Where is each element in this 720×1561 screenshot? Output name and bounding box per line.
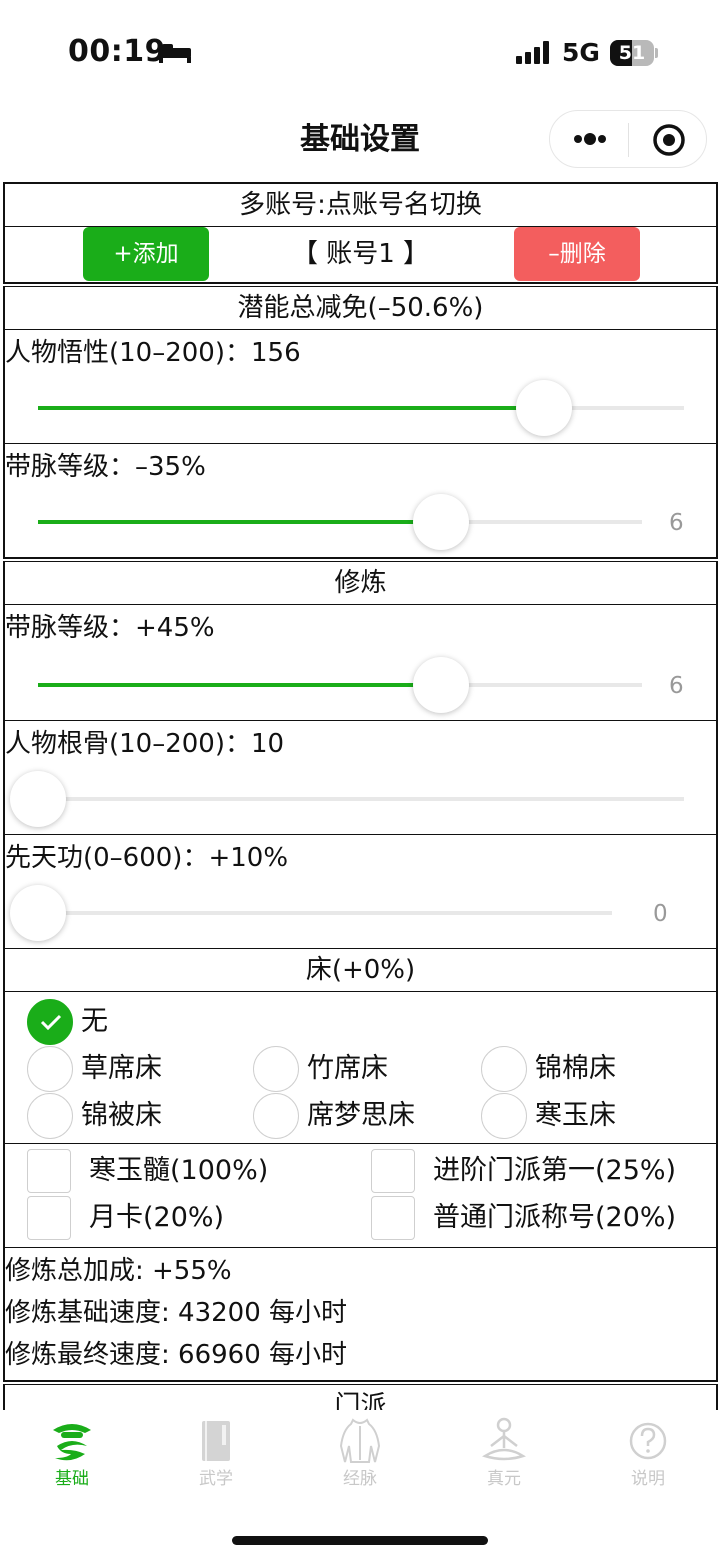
slider-value: 6 [669,510,684,536]
radio-circle [27,1093,73,1139]
radio-label: 席梦思床 [307,1100,415,1131]
innate-skill-slider-thumb[interactable] [10,885,66,941]
slider-row: 人物根骨(10–200)：10 [5,720,716,834]
tab-label: 经脉 [343,1469,377,1489]
target-close-icon[interactable] [652,123,686,157]
tab-true-essence[interactable]: 真元 [432,1416,576,1506]
cultivation-section: 修炼 带脉等级：+45% 6 人物根骨(10–200)：10 先天功(0–600… [3,561,718,1382]
capsule-divider [628,123,629,157]
home-indicator [232,1536,488,1545]
tab-label: 武学 [199,1469,233,1489]
checkbox [371,1149,415,1193]
bone-slider-thumb[interactable] [10,771,66,827]
bed-icon [159,44,191,63]
accounts-title: 多账号:点账号名切换 [239,190,482,220]
bed-radio-group: 无 草席床 竹席床 锦棉床 锦被床 席梦思床 寒玉床 [5,991,716,1143]
final-speed: 修炼最终速度: 66960 每小时 [5,1340,347,1370]
tab-label: 基础 [55,1469,89,1489]
slider-label: 先天功(0–600)：+10% [5,843,289,873]
slider-row: 带脉等级：+45% 6 [5,604,716,720]
tab-basics[interactable]: 基础 [0,1416,144,1506]
check-icon [40,1014,62,1030]
signal-icon [516,41,549,64]
tab-label: 真元 [487,1469,521,1489]
tab-martial[interactable]: 武学 [144,1416,288,1506]
more-dots-icon[interactable] [572,125,608,153]
add-account-button[interactable]: +添加 [83,227,209,281]
mini-program-capsule [549,110,707,168]
martial-book-icon [202,1421,230,1461]
status-time: 00:19 [68,34,166,69]
radio-label: 草席床 [81,1053,162,1084]
radio-checked [27,999,73,1045]
comprehension-slider-track[interactable] [38,406,684,410]
slider-label: 带脉等级：–35% [5,452,206,482]
accounts-section: 多账号:点账号名切换 【 账号1 】 +添加 –删除 [3,182,718,284]
cultivation-title: 修炼 [334,568,387,598]
radio-label: 无 [81,1006,108,1037]
bone-slider-track[interactable] [38,797,684,801]
checkbox-label: 进阶门派第一(25%) [433,1155,677,1186]
basics-icon [53,1424,91,1461]
sect-title: 门派 [334,1391,387,1410]
slider-label: 带脉等级：+45% [5,613,215,643]
sect-section: 门派 [3,1384,718,1410]
bonus-checkbox-group: 寒玉髓(100%) 进阶门派第一(25%) 月卡(20%) 普通门派称号(20%… [5,1143,716,1247]
radio-circle [481,1046,527,1092]
slider-row: 先天功(0–600)：+10% 0 [5,834,716,948]
help-icon [629,1422,667,1460]
accounts-row: 【 账号1 】 +添加 –删除 [5,226,716,282]
tab-meridian[interactable]: 经脉 [288,1416,432,1506]
slider-value: 0 [653,901,668,927]
tab-help[interactable]: 说明 [576,1416,720,1506]
radio-label: 寒玉床 [535,1100,616,1131]
meridian-icon [339,1418,381,1463]
radio-circle [481,1093,527,1139]
belt-meridian-slider-thumb[interactable] [413,657,470,713]
tab-label: 说明 [631,1469,665,1489]
radio-circle [253,1093,299,1139]
comprehension-slider-thumb[interactable] [515,380,572,436]
potential-title: 潜能总减免(–50.6%) [237,293,484,323]
bed-title: 床(+0%) [5,948,716,991]
radio-label: 锦棉床 [535,1053,616,1084]
network-label: 5G [562,38,600,67]
radio-circle [253,1046,299,1092]
battery-level: 51 [618,42,646,64]
content-scroll[interactable]: 多账号:点账号名切换 【 账号1 】 +添加 –删除 潜能总减免(–50.6%)… [3,182,718,1410]
slider-label: 人物悟性(10–200)：156 [5,338,301,368]
radio-label: 锦被床 [81,1100,162,1131]
slider-row: 带脉等级：–35% 6 [5,443,716,557]
meditation-icon [482,1417,526,1461]
belt-meridian-slider-track[interactable] [38,520,642,524]
slider-label: 人物根骨(10–200)：10 [5,729,285,759]
checkbox-label: 月卡(20%) [89,1202,225,1233]
checkbox [27,1149,71,1193]
belt-meridian-slider-track[interactable] [38,683,642,687]
total-bonus: 修炼总加成: +55% [5,1256,232,1286]
checkbox-label: 寒玉髓(100%) [89,1155,269,1186]
innate-skill-slider-track[interactable] [38,911,612,915]
checkbox-label: 普通门派称号(20%) [433,1202,677,1233]
battery-icon: 51 [610,40,658,66]
radio-circle [27,1046,73,1092]
status-bar: 00:19 5G 51 [0,0,720,100]
radio-label: 竹席床 [307,1053,388,1084]
checkbox [371,1196,415,1240]
potential-section: 潜能总减免(–50.6%) 人物悟性(10–200)：156 带脉等级：–35%… [3,286,718,559]
belt-meridian-slider-thumb[interactable] [413,494,470,550]
checkbox [27,1196,71,1240]
cultivation-summary: 修炼总加成: +55% 修炼基础速度: 43200 每小时 修炼最终速度: 66… [5,1247,716,1380]
slider-value: 6 [669,673,684,699]
slider-row: 人物悟性(10–200)：156 [5,329,716,443]
delete-account-button[interactable]: –删除 [514,227,640,281]
base-speed: 修炼基础速度: 43200 每小时 [5,1298,347,1328]
